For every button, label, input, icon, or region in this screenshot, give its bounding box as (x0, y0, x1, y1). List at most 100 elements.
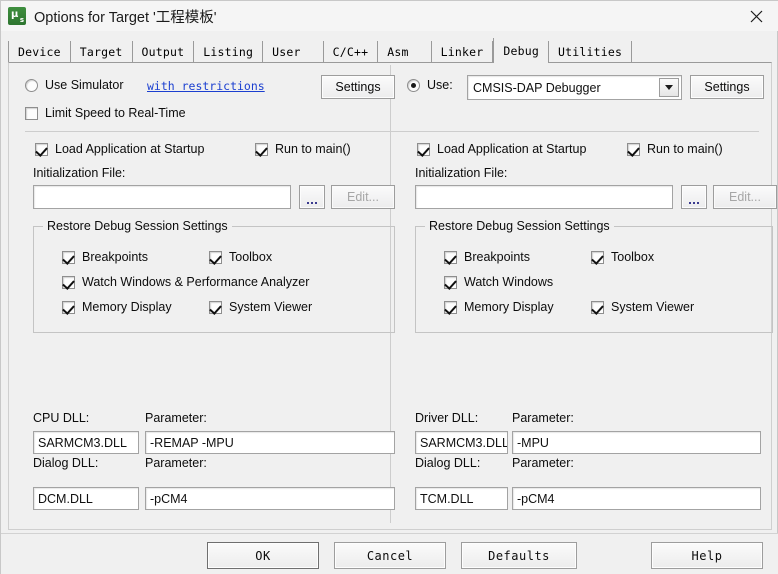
driver-dll-input[interactable]: SARMCM3.DLL (415, 431, 508, 454)
limit-speed-checkbox[interactable]: Limit Speed to Real-Time (25, 106, 186, 120)
tab-asm[interactable]: Asm (378, 41, 432, 63)
run-to-main-checkbox-right[interactable]: Run to main() (627, 142, 723, 156)
tab-device[interactable]: Device (8, 41, 71, 63)
dialog-dll-input-left[interactable]: DCM.DLL (33, 487, 139, 510)
use-label: Use: (427, 78, 453, 92)
tab-debug[interactable]: Debug (493, 38, 548, 63)
debugger-select-value: CMSIS-DAP Debugger (473, 80, 601, 95)
run-to-main-label: Run to main() (275, 142, 351, 156)
dialog-button-bar: OK Cancel Defaults Help (1, 533, 778, 574)
use-debugger-radio[interactable]: Use: (407, 78, 453, 92)
help-button[interactable]: Help (651, 542, 763, 569)
defaults-button[interactable]: Defaults (461, 542, 577, 569)
checkbox-indicator (62, 300, 75, 314)
watch-windows-checkbox-left[interactable]: Watch Windows & Performance Analyzer (62, 275, 309, 289)
group-title: Restore Debug Session Settings (43, 219, 232, 233)
load-application-checkbox-right[interactable]: Load Application at Startup (417, 142, 586, 156)
dialog-parameter-label-left: Parameter: (145, 456, 207, 470)
options-dialog: µs Options for Target '工程模板' Device Targ… (0, 0, 778, 574)
simulator-settings-button[interactable]: Settings (321, 75, 395, 99)
checkbox-indicator (627, 142, 640, 156)
cancel-button[interactable]: Cancel (334, 542, 446, 569)
checkbox-indicator (35, 142, 48, 156)
checkbox-indicator (255, 142, 268, 156)
checkbox-indicator (444, 275, 457, 289)
tab-label: Asm (387, 45, 409, 59)
use-simulator-radio[interactable]: Use Simulator (25, 78, 124, 92)
tab-output[interactable]: Output (132, 41, 195, 63)
dialog-dll-input-right[interactable]: TCM.DLL (415, 487, 508, 510)
toolbox-checkbox-right[interactable]: Toolbox (591, 250, 654, 264)
restore-debug-session-group-left: Restore Debug Session Settings Breakpoin… (33, 219, 395, 333)
limit-speed-label: Limit Speed to Real-Time (45, 106, 186, 120)
tab-linker[interactable]: Linker (431, 41, 494, 63)
chevron-down-icon[interactable] (659, 78, 679, 97)
debugger-column: Use: CMSIS-DAP Debugger Settings Load Ap… (399, 63, 777, 529)
uvision-icon: µs (8, 7, 26, 25)
edit-button-right[interactable]: Edit... (713, 185, 777, 209)
edit-button-left[interactable]: Edit... (331, 185, 395, 209)
dialog-parameter-input-left[interactable]: -pCM4 (145, 487, 395, 510)
cpu-dll-input[interactable]: SARMCM3.DLL (33, 431, 139, 454)
load-application-checkbox-left[interactable]: Load Application at Startup (35, 142, 204, 156)
ellipsis-icon (689, 186, 699, 208)
initialization-file-input-right[interactable] (415, 185, 673, 209)
tab-label: C/C++ (332, 45, 369, 59)
tab-listing[interactable]: Listing (194, 41, 264, 63)
tab-utilities[interactable]: Utilities (548, 41, 633, 63)
checkbox-indicator (62, 250, 75, 264)
browse-button-left[interactable] (299, 185, 325, 209)
breakpoints-checkbox-left[interactable]: Breakpoints (62, 250, 148, 264)
tab-label: Linker (440, 45, 484, 59)
system-viewer-checkbox-left[interactable]: System Viewer (209, 300, 312, 314)
debug-panel: Use Simulator with restrictions Settings… (8, 62, 777, 530)
checkbox-indicator (591, 250, 604, 264)
button-label: Settings (704, 80, 750, 94)
system-viewer-checkbox-right[interactable]: System Viewer (591, 300, 694, 314)
dialog-parameter-input-right[interactable]: -pCM4 (512, 487, 761, 510)
breakpoints-label: Breakpoints (464, 250, 531, 264)
toolbox-label: Toolbox (229, 250, 273, 264)
cpu-parameter-input[interactable]: -REMAP -MPU (145, 431, 395, 454)
memory-display-label: Memory Display (464, 300, 554, 314)
tab-label: Listing (203, 45, 254, 59)
debugger-settings-button[interactable]: Settings (690, 75, 764, 99)
ellipsis-icon (307, 186, 317, 208)
memory-display-checkbox-left[interactable]: Memory Display (62, 300, 172, 314)
ok-button[interactable]: OK (207, 542, 319, 569)
memory-display-checkbox-right[interactable]: Memory Display (444, 300, 554, 314)
checkbox-indicator (417, 142, 430, 156)
tab-target[interactable]: Target (70, 41, 133, 63)
tab-strip: Device Target Output Listing User C/C++ … (8, 37, 772, 63)
checkbox-indicator (444, 250, 457, 264)
driver-parameter-input[interactable]: -MPU (512, 431, 761, 454)
debugger-select[interactable]: CMSIS-DAP Debugger (467, 75, 682, 100)
tab-user[interactable]: User (263, 41, 324, 63)
close-icon[interactable] (733, 1, 778, 31)
checkbox-indicator (62, 275, 75, 289)
toolbox-checkbox-left[interactable]: Toolbox (209, 250, 272, 264)
system-viewer-label: System Viewer (229, 300, 313, 314)
button-label: Edit... (729, 190, 761, 204)
system-viewer-label: System Viewer (611, 300, 695, 314)
browse-button-right[interactable] (681, 185, 707, 209)
tab-label: User (272, 45, 301, 59)
button-label: OK (255, 548, 271, 563)
breakpoints-checkbox-right[interactable]: Breakpoints (444, 250, 530, 264)
button-label: Settings (335, 80, 381, 94)
with-restrictions-link[interactable]: with restrictions (147, 79, 265, 93)
checkbox-indicator (591, 300, 604, 314)
initialization-file-label-right: Initialization File: (415, 166, 508, 180)
run-to-main-checkbox-left[interactable]: Run to main() (255, 142, 351, 156)
checkbox-indicator (444, 300, 457, 314)
tab-cpp[interactable]: C/C++ (323, 41, 379, 63)
checkbox-indicator (209, 300, 222, 314)
driver-parameter-label: Parameter: (512, 411, 574, 425)
breakpoints-label: Breakpoints (82, 250, 149, 264)
initialization-file-input-left[interactable] (33, 185, 291, 209)
title-bar: µs Options for Target '工程模板' (1, 1, 778, 31)
watch-windows-label: Watch Windows & Performance Analyzer (82, 275, 310, 289)
checkbox-indicator (209, 250, 222, 264)
watch-windows-checkbox-right[interactable]: Watch Windows (444, 275, 553, 289)
dialog-parameter-label-right: Parameter: (512, 456, 574, 470)
